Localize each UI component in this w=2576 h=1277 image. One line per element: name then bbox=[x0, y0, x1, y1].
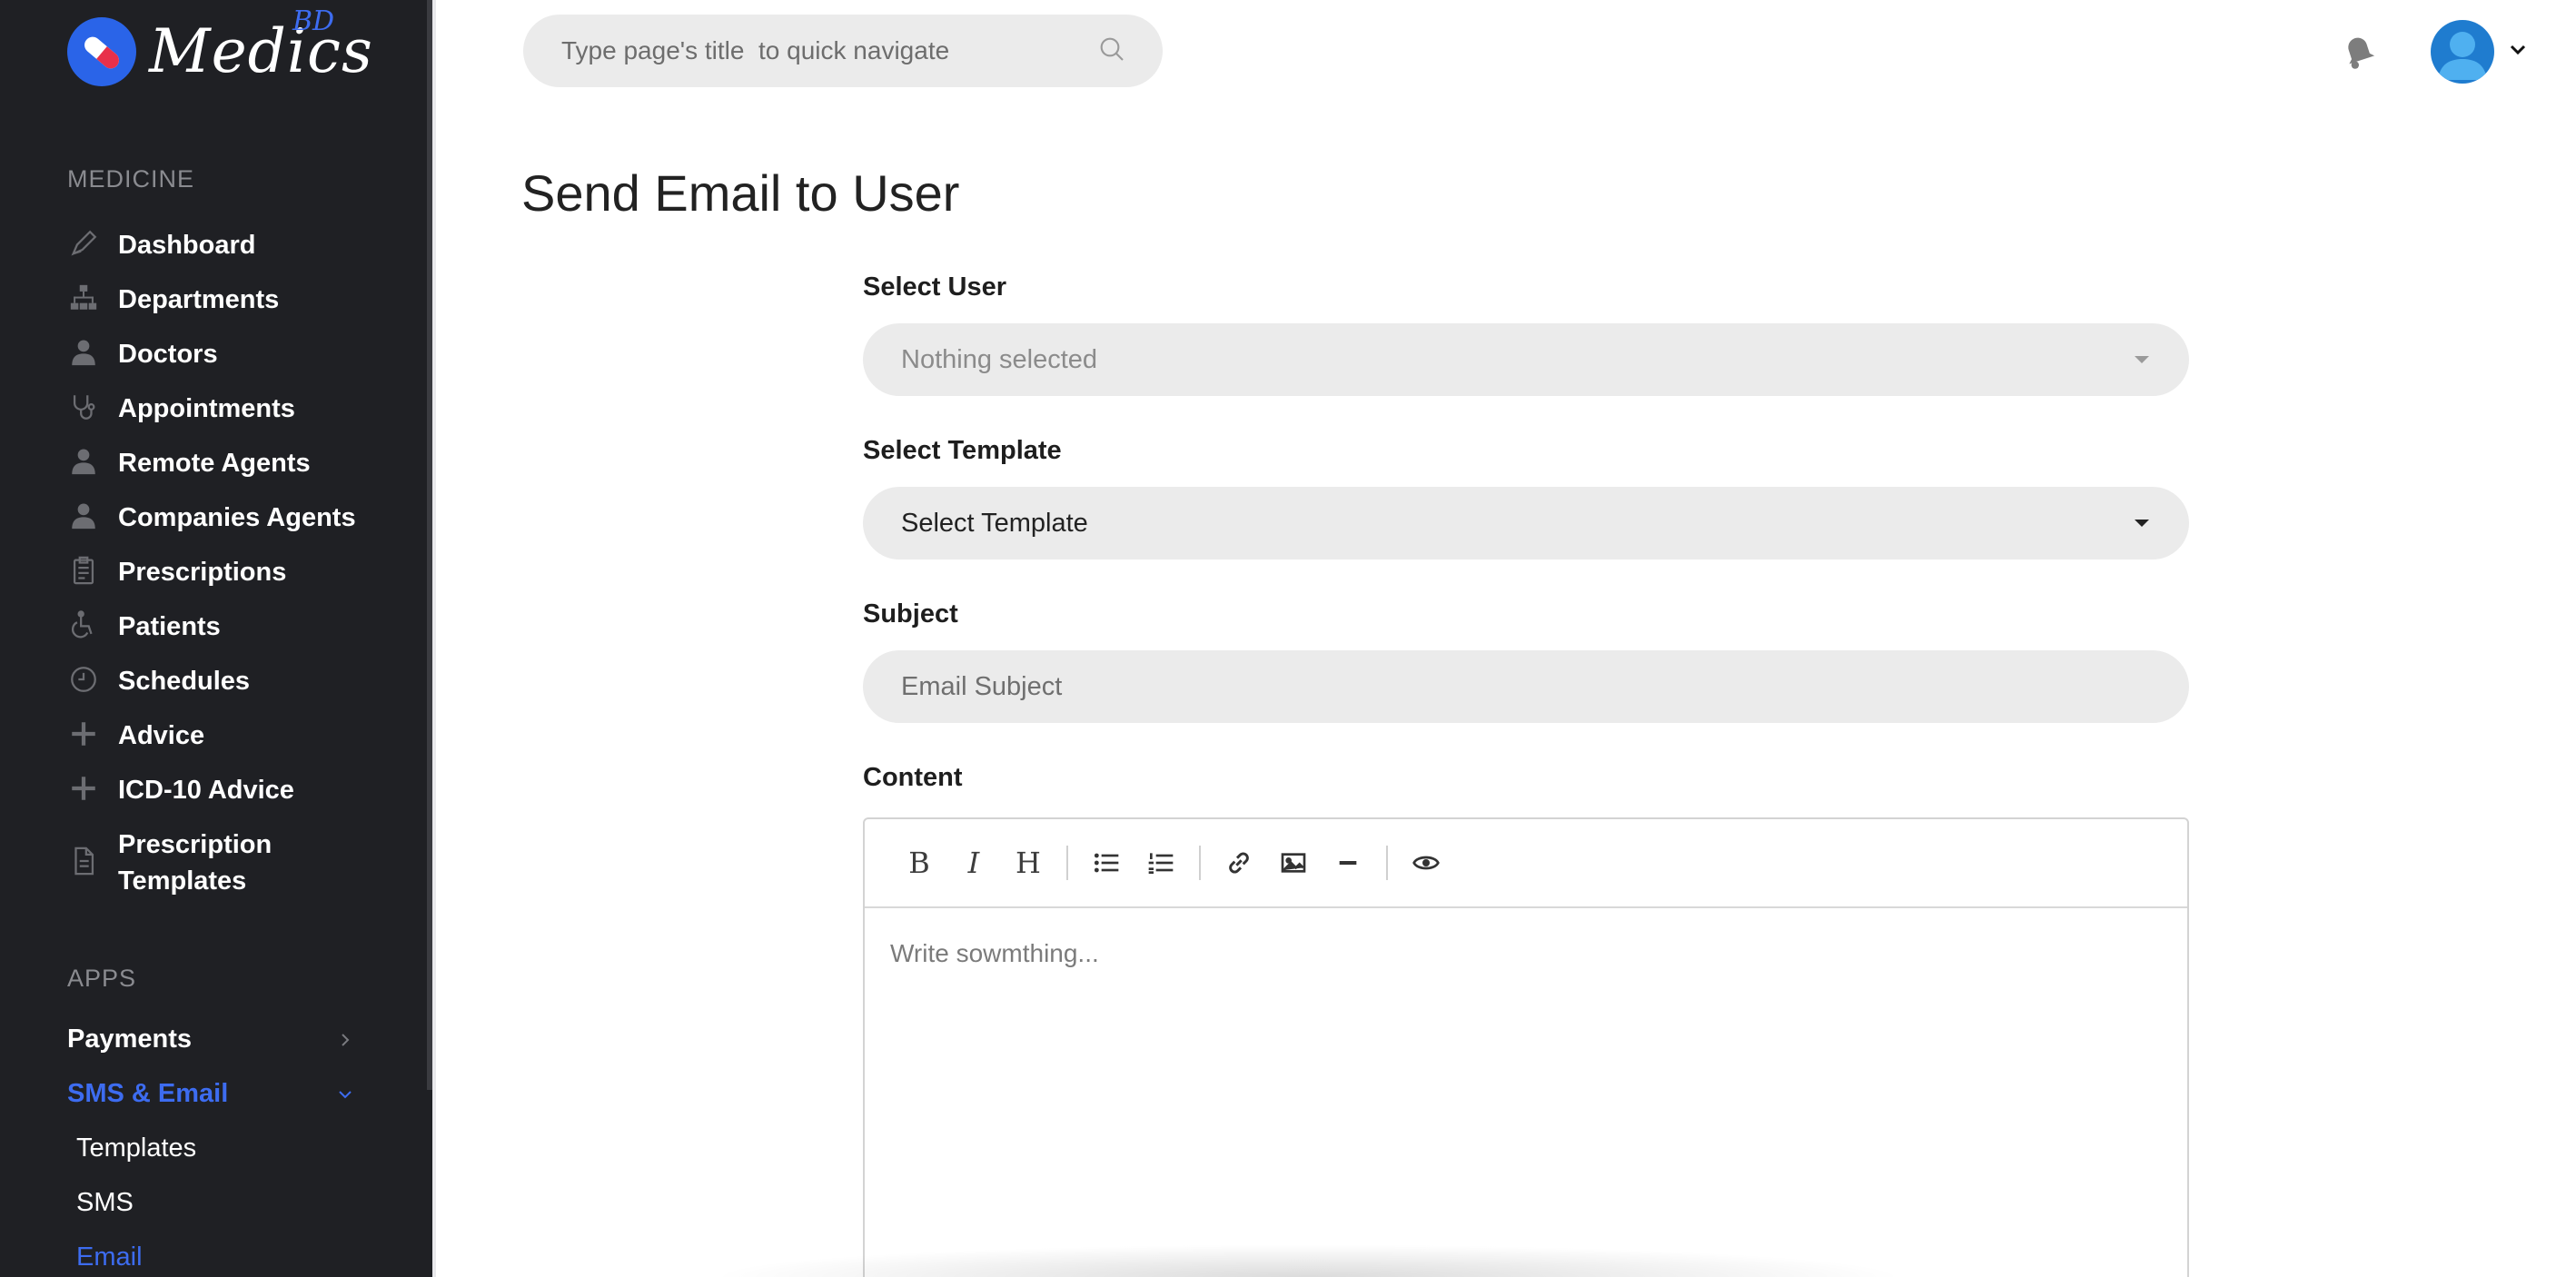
doctor-icon bbox=[67, 336, 100, 369]
hierarchy-icon bbox=[67, 282, 100, 314]
sidebar-subitem-email[interactable]: Email bbox=[76, 1242, 143, 1272]
sidebar-app-label: Payments bbox=[67, 1025, 193, 1054]
sidebar-item-label: Prescriptions bbox=[118, 558, 287, 587]
sidebar-item-label-line1: Prescription bbox=[118, 830, 272, 859]
sidebar-app-sms-email[interactable]: SMS & Email bbox=[67, 1079, 354, 1109]
numbered-list-button[interactable] bbox=[1134, 836, 1188, 890]
sidebar-item-label: Remote Agents bbox=[118, 449, 311, 478]
agent-icon bbox=[67, 500, 100, 532]
sidebar-item-advice[interactable]: Advice bbox=[67, 718, 204, 754]
sidebar-item-label-line2: Templates bbox=[118, 866, 247, 896]
page-title: Send Email to User bbox=[521, 164, 960, 222]
select-user-label: Select User bbox=[863, 272, 1006, 302]
user-avatar-icon bbox=[2438, 32, 2487, 80]
sidebar: Medics BD MEDICINE Dashboard Departments… bbox=[0, 0, 432, 1277]
sidebar-item-label: Advice bbox=[118, 721, 205, 750]
caret-down-icon bbox=[2135, 520, 2149, 527]
sidebar-item-departments[interactable]: Departments bbox=[67, 282, 279, 318]
select-template-label: Select Template bbox=[863, 436, 1062, 465]
bullet-list-button[interactable] bbox=[1079, 836, 1134, 890]
user-avatar[interactable] bbox=[2431, 20, 2494, 84]
select-template-dropdown[interactable]: Select Template bbox=[863, 487, 2189, 559]
plus-icon bbox=[67, 772, 100, 805]
caret-down-icon bbox=[2135, 356, 2149, 363]
italic-button[interactable]: I bbox=[946, 836, 1001, 890]
sidebar-item-label: Patients bbox=[118, 612, 221, 641]
sidebar-app-label: SMS & Email bbox=[67, 1079, 229, 1108]
sidebar-divider bbox=[432, 0, 436, 1277]
editor-toolbar: B I H bbox=[865, 819, 2187, 908]
document-icon bbox=[67, 845, 100, 877]
chevron-down-icon[interactable] bbox=[2507, 42, 2529, 58]
sidebar-item-label: ICD-10 Advice bbox=[118, 776, 294, 805]
wheelchair-icon bbox=[67, 609, 100, 641]
footer-shadow bbox=[708, 1244, 1907, 1277]
sidebar-item-appointments[interactable]: Appointments bbox=[67, 391, 295, 427]
sidebar-item-label: Companies Agents bbox=[118, 503, 356, 532]
bold-button[interactable]: B bbox=[892, 836, 946, 890]
pill-logo-icon bbox=[67, 16, 136, 86]
section-title-medicine: MEDICINE bbox=[67, 165, 195, 193]
chevron-down-icon bbox=[339, 1090, 352, 1098]
sidebar-item-remote-agents[interactable]: Remote Agents bbox=[67, 445, 311, 481]
section-title-apps: APPS bbox=[67, 965, 137, 992]
sidebar-subitem-templates[interactable]: Templates bbox=[76, 1133, 196, 1163]
subject-label: Subject bbox=[863, 599, 958, 629]
numbered-list-icon bbox=[1148, 853, 1174, 874]
sidebar-item-label: Departments bbox=[118, 285, 280, 314]
sidebar-item-label: Appointments bbox=[118, 394, 295, 423]
plus-icon bbox=[67, 718, 100, 750]
image-button[interactable] bbox=[1266, 836, 1321, 890]
image-icon bbox=[1281, 853, 1306, 873]
search-input[interactable] bbox=[561, 36, 1097, 65]
select-user-value: Nothing selected bbox=[901, 344, 1098, 374]
sidebar-item-label: Dashboard bbox=[118, 231, 256, 260]
toolbar-separator bbox=[1199, 846, 1201, 880]
quick-navigate-search bbox=[523, 15, 1163, 87]
content-textarea[interactable]: Write sowmthing... bbox=[865, 908, 2187, 999]
chevron-right-icon bbox=[342, 1033, 350, 1046]
app-root: Medics BD MEDICINE Dashboard Departments… bbox=[0, 0, 2576, 1277]
sidebar-item-prescriptions[interactable]: Prescriptions bbox=[67, 554, 286, 590]
clock-icon bbox=[67, 663, 100, 696]
notification-bell-icon[interactable] bbox=[2336, 27, 2382, 74]
subject-input[interactable] bbox=[863, 650, 2189, 723]
horizontal-rule-button[interactable] bbox=[1321, 836, 1375, 890]
sidebar-item-doctors[interactable]: Doctors bbox=[67, 336, 218, 372]
sidebar-item-label: Schedules bbox=[118, 667, 251, 696]
eye-icon bbox=[1412, 856, 1440, 870]
preview-button[interactable] bbox=[1399, 836, 1453, 890]
sidebar-item-label: Doctors bbox=[118, 340, 218, 369]
horizontal-rule-icon bbox=[1339, 861, 1357, 865]
heading-button[interactable]: H bbox=[1001, 836, 1055, 890]
select-user-dropdown[interactable]: Nothing selected bbox=[863, 323, 2189, 396]
sidebar-subitem-sms[interactable]: SMS bbox=[76, 1188, 134, 1218]
sidebar-item-companies-agents[interactable]: Companies Agents bbox=[67, 500, 356, 536]
sidebar-item-label: Prescription Templates bbox=[118, 827, 272, 899]
content-editor: B I H Write sowmthing... bbox=[863, 817, 2189, 1277]
select-template-value: Select Template bbox=[901, 508, 1088, 538]
toolbar-separator bbox=[1386, 846, 1388, 880]
clipboard-icon bbox=[67, 554, 100, 587]
link-button[interactable] bbox=[1212, 836, 1266, 890]
sidebar-item-icd10-advice[interactable]: ICD-10 Advice bbox=[67, 772, 294, 808]
bullet-list-icon bbox=[1094, 853, 1119, 873]
sidebar-item-prescription-templates[interactable]: Prescription Templates bbox=[67, 827, 272, 899]
link-icon bbox=[1229, 852, 1249, 874]
sidebar-item-dashboard[interactable]: Dashboard bbox=[67, 227, 255, 263]
search-icon[interactable] bbox=[1097, 35, 1126, 68]
sidebar-app-payments[interactable]: Payments bbox=[67, 1025, 354, 1054]
agent-icon bbox=[67, 445, 100, 478]
brand-name: Medics bbox=[149, 16, 373, 86]
stethoscope-icon bbox=[67, 391, 100, 423]
brand-suffix: BD bbox=[292, 5, 335, 37]
sidebar-item-patients[interactable]: Patients bbox=[67, 609, 221, 645]
pen-icon bbox=[67, 227, 100, 260]
content-label: Content bbox=[863, 763, 963, 792]
toolbar-separator bbox=[1066, 846, 1068, 880]
sidebar-item-schedules[interactable]: Schedules bbox=[67, 663, 250, 699]
